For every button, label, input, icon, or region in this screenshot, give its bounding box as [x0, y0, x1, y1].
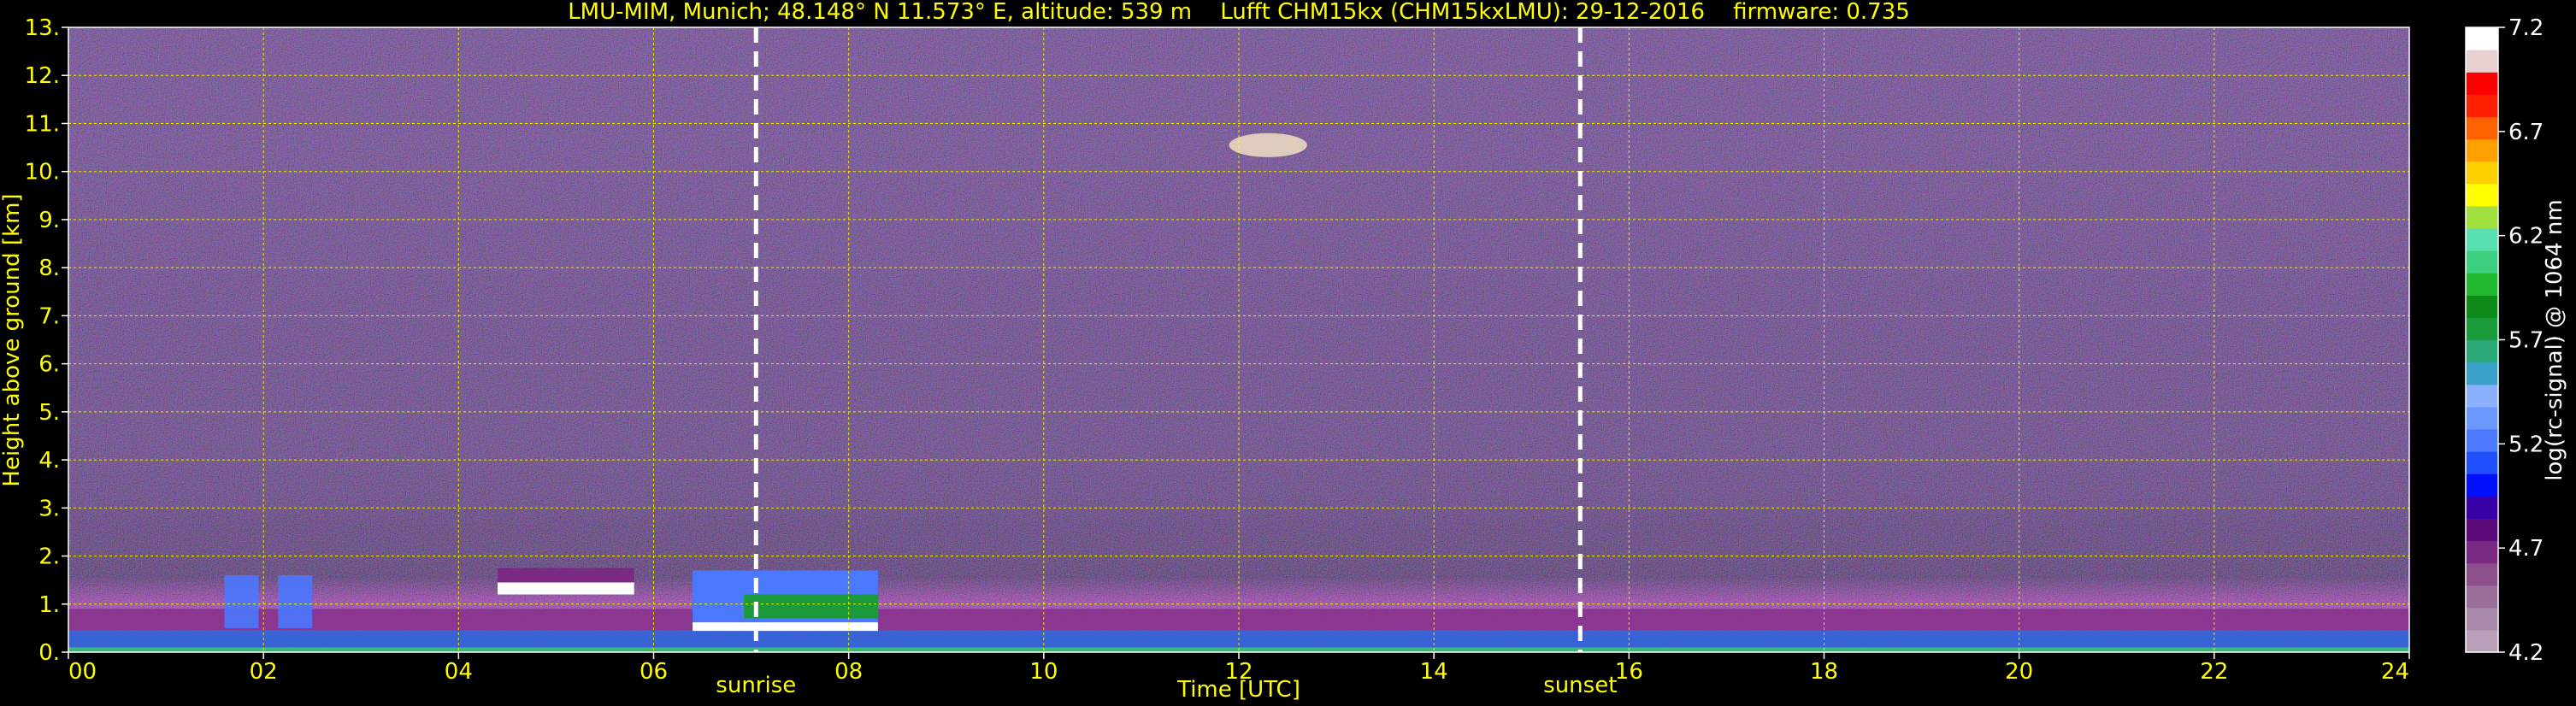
cloud-right: [278, 575, 313, 628]
x-tick-label: 02: [250, 659, 278, 685]
y-tick-label: 11.: [25, 111, 60, 137]
colorbar-cell: [2466, 451, 2498, 474]
colorbar-tick-label: 7.2: [2508, 15, 2544, 41]
colorbar-cell: [2466, 72, 2498, 95]
x-tick-label: 08: [834, 659, 863, 685]
cloud-top: [497, 568, 634, 583]
colorbar: 4.2 4.7 5.2 5.7 6.2 6.7 7.2 log(rc-signal) @ 1…: [2465, 15, 2567, 666]
y-tick-label: 12.: [25, 63, 60, 89]
cloud-left: [224, 575, 259, 628]
y-tick-label: 6.: [38, 352, 60, 378]
y-tick-label: 9.: [38, 208, 60, 233]
colorbar-cell: [2466, 94, 2498, 118]
x-tick-label: 00: [68, 659, 97, 685]
y-tick-label: 2.: [38, 544, 60, 570]
x-tick-label: 16: [1615, 659, 1643, 685]
cloud-base: [693, 622, 878, 632]
colorbar-cell: [2466, 295, 2498, 318]
colorbar-cell: [2466, 227, 2498, 251]
colorbar-label: log(rc-signal) @ 1064 nm: [2542, 199, 2567, 480]
cloud-core: [744, 594, 878, 619]
y-axis-label: Height above ground [km]: [0, 193, 25, 486]
colorbar-cell: [2466, 428, 2498, 452]
colorbar-cell: [2466, 273, 2498, 296]
y-tick-label: 7.: [38, 303, 60, 329]
colorbar-cell: [2466, 205, 2498, 229]
colorbar-tick-label: 6.7: [2508, 120, 2544, 145]
x-tick-label: 04: [445, 659, 473, 685]
colorbar-cell: [2466, 629, 2498, 653]
colorbar-cells: [2466, 27, 2498, 653]
colorbar-cell: [2466, 138, 2498, 162]
plot-area: [68, 26, 2410, 653]
feature-0: [68, 609, 2409, 652]
colorbar-cell: [2466, 496, 2498, 519]
x-tick-label: 06: [640, 659, 668, 685]
colorbar-cell: [2466, 362, 2498, 385]
colorbar-cell: [2466, 540, 2498, 564]
y-tick-label: 5.: [38, 400, 60, 426]
feature-1: [693, 570, 878, 632]
colorbar-cell: [2466, 562, 2498, 586]
x-axis-label: Time [UTC]: [1176, 677, 1300, 703]
x-tick-label: 10: [1029, 659, 1058, 685]
y-tick-label: 4.: [38, 448, 60, 474]
sunrise-label: sunrise: [716, 673, 796, 698]
colorbar-tick-label: 4.2: [2508, 640, 2544, 666]
colorbar-cell: [2466, 317, 2498, 341]
colorbar-tick-label: 5.2: [2508, 432, 2544, 457]
y-tick-label: 10.: [25, 160, 60, 185]
colorbar-cell: [2466, 27, 2498, 50]
feature-2: [497, 568, 634, 595]
y-tick-label: 0.: [38, 640, 60, 666]
colorbar-cell: [2466, 474, 2498, 497]
colorbar-cell: [2466, 518, 2498, 542]
colorbar-cell: [2466, 585, 2498, 609]
x-tick-label: 18: [1810, 659, 1838, 685]
x-tick-label: 14: [1420, 659, 1448, 685]
colorbar-cell: [2466, 607, 2498, 631]
y-axis-ticks: 0. 1. 2. 3. 4. 5. 6. 7. 8. 9. 10. 11. 12. 13.: [25, 15, 68, 666]
colorbar-tick-label: 4.7: [2508, 536, 2544, 562]
x-tick-label: 22: [2200, 659, 2228, 685]
colorbar-tick-label: 5.7: [2508, 328, 2544, 354]
y-tick-label: 13.: [25, 15, 60, 41]
x-tick-label: 20: [2005, 659, 2033, 685]
colorbar-cell: [2466, 406, 2498, 430]
colorbar-tick-label: 6.2: [2508, 224, 2544, 250]
chart-title: LMU-MIM, Munich; 48.148° N 11.573° E, al…: [568, 0, 1910, 25]
colorbar-cell: [2466, 50, 2498, 73]
colorbar-ticks: 4.2 4.7 5.2 5.7 6.2 6.7 7.2: [2498, 15, 2544, 666]
sunset-label: sunset: [1543, 673, 1617, 698]
colorbar-cell: [2466, 183, 2498, 207]
cloud-base: [497, 582, 634, 595]
y-tick-label: 3.: [38, 496, 60, 521]
colorbar-cell: [2466, 384, 2498, 408]
y-tick-label: 8.: [38, 256, 60, 281]
colorbar-cell: [2466, 116, 2498, 140]
colorbar-cell: [2466, 250, 2498, 274]
x-tick-label: 24: [2381, 659, 2409, 685]
y-tick-label: 1.: [38, 592, 60, 618]
feature-4: [1229, 132, 1307, 157]
colorbar-cell: [2466, 339, 2498, 363]
cirrus-patch: [1229, 132, 1307, 157]
lidar-quicklook-chart: 00 02 04 06 08 10 12 14 16 18 20 22 24 0.1.2.3.4.5.6…: [0, 0, 2567, 703]
colorbar-cell: [2466, 161, 2498, 185]
